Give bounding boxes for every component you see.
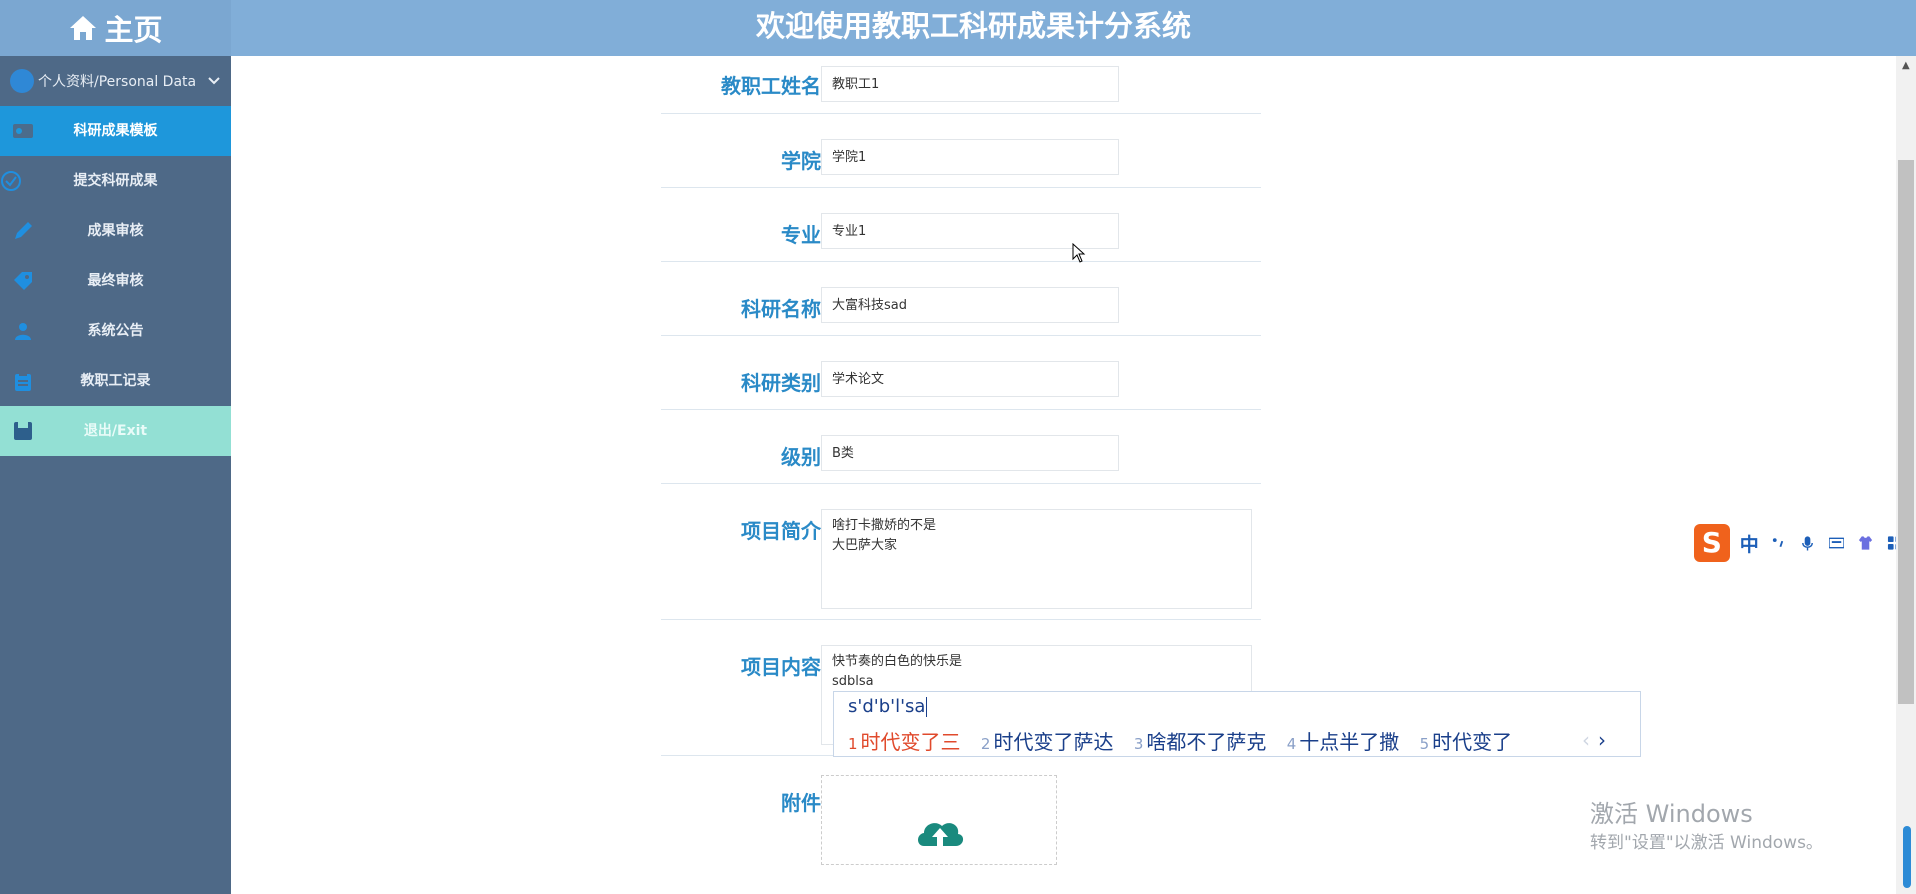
microphone-icon[interactable]	[1800, 535, 1815, 551]
cursor-icon	[1072, 243, 1086, 263]
ime-candidate-2[interactable]: 2 时代变了萨达	[981, 730, 1114, 754]
level-label: 级别	[781, 445, 821, 469]
home-label: 主页	[104, 13, 163, 47]
ime-candidate-window: s'd'b'l'sa 1 时代变了三 2 时代变了萨达 3 啥都不了萨克 4 十点半了撒…	[833, 691, 1641, 757]
keyboard-icon[interactable]	[1828, 535, 1844, 551]
name-input[interactable]: 教职工1	[821, 66, 1119, 102]
page-title: 欢迎使用教职工科研成果计分系统	[755, 9, 1191, 43]
sidebar-item-template[interactable]: 科研成果模板	[0, 106, 231, 156]
scrollbar-thumb[interactable]	[1898, 160, 1914, 704]
sidebar-item-label: 退出/Exit	[83, 423, 148, 439]
research-name-input[interactable]: 大富科技sad	[821, 287, 1119, 323]
id-card-icon	[13, 124, 33, 138]
edit-icon	[15, 222, 32, 239]
content-label: 项目内容	[741, 655, 821, 679]
personal-data-label: 个人资料/Personal Data	[38, 74, 197, 90]
ime-page-nav: ‹ ›	[1582, 728, 1606, 752]
vertical-scrollbar[interactable]: ▲	[1896, 56, 1916, 894]
sogou-logo-icon[interactable]: S	[1694, 524, 1730, 562]
chevron-left-icon[interactable]: ‹	[1582, 728, 1590, 752]
form-row-major: 专业 专业1	[661, 187, 1261, 262]
name-label: 教职工姓名	[721, 74, 821, 98]
attachment-label: 附件	[781, 791, 821, 815]
summary-textarea[interactable]: 啥打卡撒娇的不是 大巴萨大家	[821, 509, 1252, 609]
chevron-right-icon[interactable]: ›	[1598, 728, 1606, 752]
ime-candidate-4[interactable]: 4 十点半了撒	[1287, 730, 1400, 754]
sidebar-item-label: 科研成果模板	[73, 123, 158, 139]
personal-data-menu[interactable]: 个人资料/Personal Data	[0, 56, 231, 106]
sidebar-item-label: 系统公告	[87, 323, 144, 339]
cloud-upload-icon	[918, 823, 964, 846]
research-name-label: 科研名称	[741, 297, 821, 321]
upload-area[interactable]	[821, 775, 1057, 865]
ime-language-toggle[interactable]: 中	[1740, 530, 1759, 557]
form-row-level: 级别 B类	[661, 409, 1261, 484]
ime-candidate-5[interactable]: 5 时代变了	[1420, 730, 1513, 754]
form-row-research-name: 科研名称 大富科技sad	[661, 261, 1261, 336]
sidebar-item-label: 最终审核	[87, 273, 144, 289]
tag-icon	[14, 272, 32, 290]
sidebar-item-label: 教职工记录	[80, 373, 151, 389]
sidebar-item-label: 提交科研成果	[73, 173, 158, 189]
sidebar-item-submit[interactable]: 提交科研成果	[0, 156, 231, 206]
home-icon	[70, 16, 97, 40]
home-link[interactable]: 主页	[0, 0, 231, 56]
top-bar: 主页 欢迎使用教职工科研成果计分系统	[0, 0, 1916, 56]
sidebar-item-label: 成果审核	[87, 223, 144, 239]
ime-toolbar: S 中	[1694, 524, 1916, 562]
category-label: 科研类别	[741, 371, 821, 395]
sidebar-item-final-review[interactable]: 最终审核	[0, 256, 231, 306]
college-input[interactable]: 学院1	[821, 139, 1119, 175]
form-row-attachment: 附件	[661, 755, 1261, 894]
summary-label: 项目简介	[741, 519, 821, 543]
sidebar-item-exit[interactable]: 退出/Exit	[0, 406, 231, 456]
sidebar-item-staff-records[interactable]: 教职工记录	[0, 356, 231, 406]
scroll-up-icon[interactable]: ▲	[1902, 60, 1910, 71]
sidebar-item-review[interactable]: 成果审核	[0, 206, 231, 256]
windows-watermark-title: 激活 Windows	[1590, 800, 1753, 828]
globe-icon	[10, 69, 34, 93]
form-row-category: 科研类别 学术论文	[661, 335, 1261, 410]
form-row-summary: 项目简介 啥打卡撒娇的不是 大巴萨大家	[661, 483, 1261, 620]
sidebar: 个人资料/Personal Data 科研成果模板 提交科研成果 成果审核 最终…	[0, 56, 231, 894]
windows-watermark-subtitle: 转到"设置"以激活 Windows。	[1590, 833, 1823, 853]
category-input[interactable]: 学术论文	[821, 361, 1119, 397]
thermometer-widget-icon	[1903, 826, 1911, 888]
form-row-college: 学院 学院1	[661, 113, 1261, 188]
chevron-down-icon	[208, 77, 220, 85]
ime-candidates: 1 时代变了三 2 时代变了萨达 3 啥都不了萨克 4 十点半了撒 5 时代变了	[848, 726, 1526, 755]
save-icon	[14, 422, 32, 440]
users-icon	[15, 323, 31, 340]
college-label: 学院	[781, 149, 821, 173]
form-row-name: 教职工姓名 教职工1	[661, 56, 1261, 114]
ime-candidate-1[interactable]: 1 时代变了三	[848, 730, 961, 754]
clipboard-icon	[15, 372, 31, 391]
check-circle-icon	[1, 171, 21, 191]
level-input[interactable]: B类	[821, 435, 1119, 471]
ime-composition: s'd'b'l'sa	[848, 696, 926, 717]
skin-shirt-icon[interactable]	[1858, 535, 1873, 551]
major-label: 专业	[781, 223, 821, 247]
punctuation-icon[interactable]	[1771, 535, 1786, 551]
ime-candidate-3[interactable]: 3 啥都不了萨克	[1134, 730, 1267, 754]
sidebar-item-announcement[interactable]: 系统公告	[0, 306, 231, 356]
